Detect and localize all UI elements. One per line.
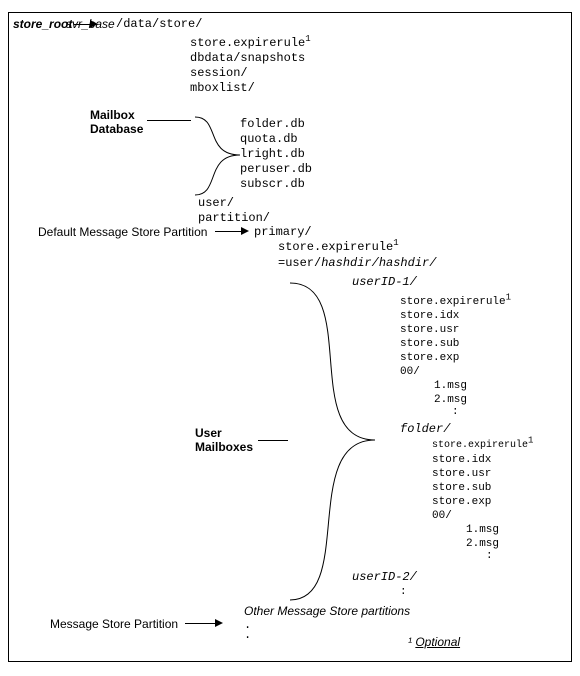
user-mb-line1: User: [195, 426, 253, 440]
msp-arrow-head: [215, 619, 223, 627]
u1-vdots: :: [452, 406, 459, 418]
db-subscr: subscr.db: [240, 177, 305, 191]
default-msp-arrow-line: [215, 231, 243, 232]
u1-rule: store.expirerule1: [400, 296, 511, 308]
mailbox-database-label: Mailbox Database: [90, 108, 143, 136]
f-usr: store.usr: [432, 468, 491, 480]
header-row: store_root: [13, 17, 72, 31]
db-lright: lright.db: [240, 147, 305, 161]
mailbox-db-line2: Database: [90, 122, 143, 136]
db-quota: quota.db: [240, 132, 298, 146]
db-peruser: peruser.db: [240, 162, 312, 176]
u1-msg2: 2.msg: [434, 394, 467, 406]
default-msp-label: Default Message Store Partition: [38, 225, 207, 239]
msp-label: Message Store Partition: [50, 617, 178, 631]
f-sub: store.sub: [432, 482, 491, 494]
f-rule: store.expirerule1: [432, 440, 533, 451]
tree-mboxlist: mboxlist/: [190, 81, 255, 95]
db-folder: folder.db: [240, 117, 305, 131]
other-dots2: .: [244, 628, 251, 642]
path-data-store: /data/store/: [116, 17, 202, 31]
tree-userhash-row: =user/hashdir/hashdir/: [278, 255, 436, 270]
u1-msg1: 1.msg: [434, 380, 467, 392]
tree-dbdata: dbdata/snapshots: [190, 51, 305, 65]
userid1: userID-1/: [352, 275, 417, 289]
tree-session: session/: [190, 66, 248, 80]
user-mailboxes-label: User Mailboxes: [195, 426, 253, 454]
tree-user: user/: [198, 196, 234, 210]
mailbox-db-line1: Mailbox: [90, 108, 143, 122]
default-msp-arrow-head: [241, 227, 249, 235]
tree-primary-rule: store.expirerule1: [278, 240, 399, 254]
tree-userhash-eq: =user/: [278, 256, 321, 270]
u1-usr: store.usr: [400, 324, 459, 336]
tree-expirerule: store.expirerule1: [190, 36, 311, 50]
msp-arrow-line: [185, 623, 217, 624]
user-mb-connector: [258, 440, 288, 441]
tree-primary: primary/: [254, 225, 312, 239]
f-zero: 00/: [432, 510, 452, 522]
optional-mark: ¹: [408, 635, 412, 649]
u2-vdots: :: [400, 586, 407, 598]
other-partitions-label: Other Message Store partitions: [244, 604, 410, 618]
optional-text: Optional: [415, 635, 460, 649]
tree-partition: partition/: [198, 211, 270, 225]
mailbox-db-connector: [147, 120, 191, 121]
u1-sub: store.sub: [400, 338, 459, 350]
u1-zero: 00/: [400, 366, 420, 378]
svr-base-label: svr_base: [66, 17, 115, 31]
f-vdots: :: [486, 550, 493, 562]
optional-footnote: ¹ Optional: [408, 635, 460, 649]
u1-folder: folder/: [400, 422, 450, 436]
f-msg1: 1.msg: [466, 524, 499, 536]
f-msg2: 2.msg: [466, 538, 499, 550]
u1-idx: store.idx: [400, 310, 459, 322]
u1-exp: store.exp: [400, 352, 459, 364]
userid2: userID-2/: [352, 570, 417, 584]
user-mb-line2: Mailboxes: [195, 440, 253, 454]
f-idx: store.idx: [432, 454, 491, 466]
f-exp: store.exp: [432, 496, 491, 508]
store-root-label: store_root: [13, 17, 72, 31]
tree-hashdir: hashdir/hashdir/: [321, 256, 436, 270]
